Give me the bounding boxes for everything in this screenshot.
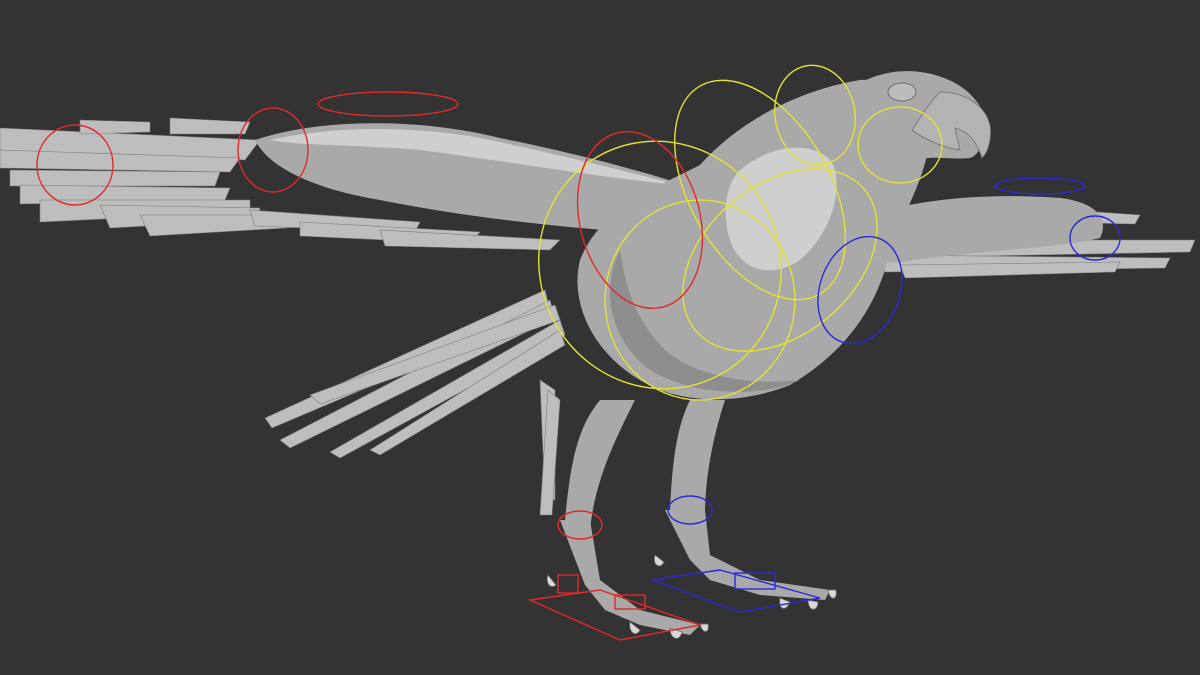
eagle-rig-scene[interactable] (0, 0, 1200, 675)
3d-viewport[interactable] (0, 0, 1200, 675)
eagle-eye (887, 82, 917, 102)
